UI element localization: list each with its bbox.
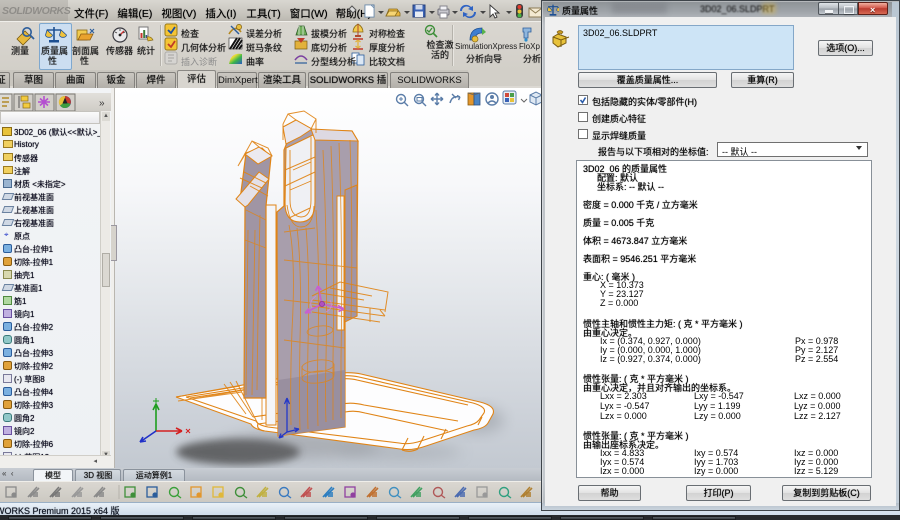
svg-text:»: » xyxy=(99,98,105,109)
